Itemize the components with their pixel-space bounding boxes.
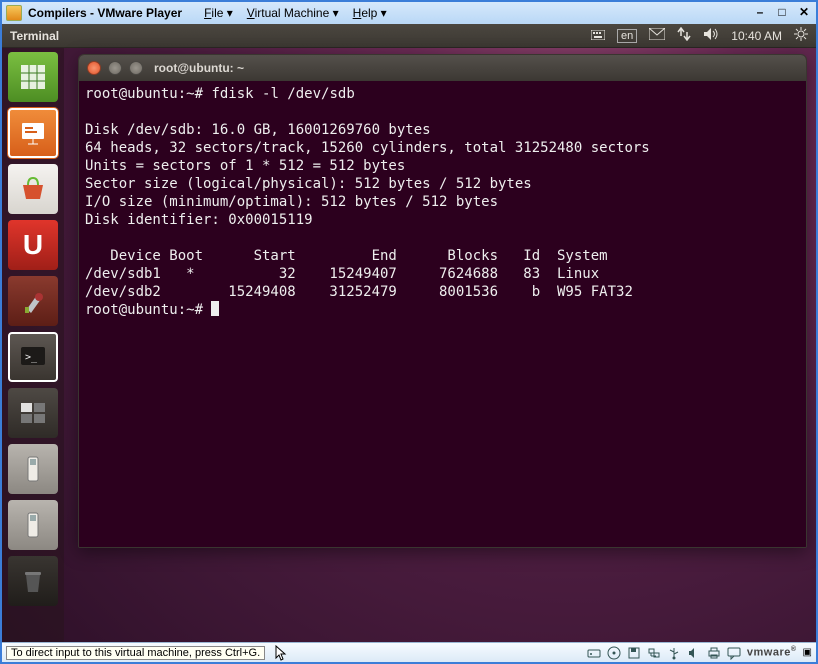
tray-sound-icon[interactable] xyxy=(687,646,701,660)
svg-text:>_: >_ xyxy=(25,352,38,363)
vmware-status-bar: To direct input to this virtual machine,… xyxy=(2,642,816,662)
clock[interactable]: 10:40 AM xyxy=(731,29,782,43)
launcher-software-center[interactable] xyxy=(8,164,58,214)
tray-net-icon[interactable] xyxy=(647,646,661,660)
launcher-libreoffice-calc[interactable] xyxy=(8,52,58,102)
vmware-input-hint: To direct input to this virtual machine,… xyxy=(6,646,265,660)
network-indicator-icon[interactable] xyxy=(677,27,691,44)
terminal-close-button[interactable] xyxy=(87,61,101,75)
sound-indicator-icon[interactable] xyxy=(703,27,719,44)
launcher-terminal[interactable]: >_ xyxy=(8,332,58,382)
vmware-menu-help[interactable]: Help ▾ xyxy=(347,5,393,21)
tray-cd-icon[interactable] xyxy=(607,646,621,660)
vmware-menu-file[interactable]: File ▾ xyxy=(198,5,239,21)
tray-message-icon[interactable] xyxy=(727,646,741,660)
vmware-maximize-button[interactable]: □ xyxy=(774,6,790,20)
terminal-title: root@ubuntu: ~ xyxy=(154,61,244,75)
tray-floppy-icon[interactable] xyxy=(627,646,641,660)
vmware-minimize-button[interactable]: – xyxy=(752,6,768,20)
vmware-logo: vmware® xyxy=(747,646,797,659)
vmware-expand-icon[interactable]: ▣ xyxy=(803,647,812,658)
terminal-window[interactable]: root@ubuntu: ~ root@ubuntu:~# fdisk -l /… xyxy=(78,54,807,548)
language-indicator[interactable]: en xyxy=(617,29,637,43)
launcher-libreoffice-impress[interactable] xyxy=(8,108,58,158)
tray-hdd-icon[interactable] xyxy=(587,646,601,660)
terminal-body[interactable]: root@ubuntu:~# fdisk -l /dev/sdb Disk /d… xyxy=(79,81,806,547)
cursor-icon xyxy=(275,645,287,661)
terminal-prompt-2: root@ubuntu:~# xyxy=(85,302,203,318)
tray-usb-icon[interactable] xyxy=(667,646,681,660)
terminal-cursor xyxy=(211,301,219,316)
launcher-trash[interactable] xyxy=(8,556,58,606)
terminal-maximize-button[interactable] xyxy=(129,61,143,75)
vmware-app-icon xyxy=(6,5,22,21)
vmware-titlebar[interactable]: Compilers - VMware Player File ▾ Virtual… xyxy=(2,2,816,24)
launcher-workspace-switcher[interactable] xyxy=(8,388,58,438)
mail-indicator-icon[interactable] xyxy=(649,28,665,43)
tray-printer-icon[interactable] xyxy=(707,646,721,660)
unity-launcher: U >_ xyxy=(2,48,64,642)
keyboard-indicator-icon[interactable] xyxy=(591,29,605,43)
launcher-ubuntu-one[interactable]: U xyxy=(8,220,58,270)
vmware-window-title: Compilers - VMware Player xyxy=(28,6,182,20)
launcher-removable-2[interactable] xyxy=(8,500,58,550)
terminal-prompt: root@ubuntu:~# xyxy=(85,86,203,102)
vmware-menu-vm[interactable]: Virtual Machine ▾ xyxy=(241,5,345,21)
terminal-minimize-button[interactable] xyxy=(108,61,122,75)
terminal-titlebar[interactable]: root@ubuntu: ~ xyxy=(79,55,806,81)
active-app-label: Terminal xyxy=(10,29,59,43)
ubuntu-top-bar: Terminal en 10:40 AM xyxy=(2,24,816,48)
ubuntu-one-glyph: U xyxy=(23,229,43,261)
vmware-close-button[interactable]: ✕ xyxy=(796,6,812,20)
session-gear-icon[interactable] xyxy=(794,27,808,44)
terminal-command: fdisk -l /dev/sdb xyxy=(211,86,354,102)
launcher-system-settings[interactable] xyxy=(8,276,58,326)
terminal-output: Disk /dev/sdb: 16.0 GB, 16001269760 byte… xyxy=(85,122,650,300)
guest-desktop[interactable]: Terminal en 10:40 AM U >_ xyxy=(2,24,816,642)
launcher-removable-1[interactable] xyxy=(8,444,58,494)
